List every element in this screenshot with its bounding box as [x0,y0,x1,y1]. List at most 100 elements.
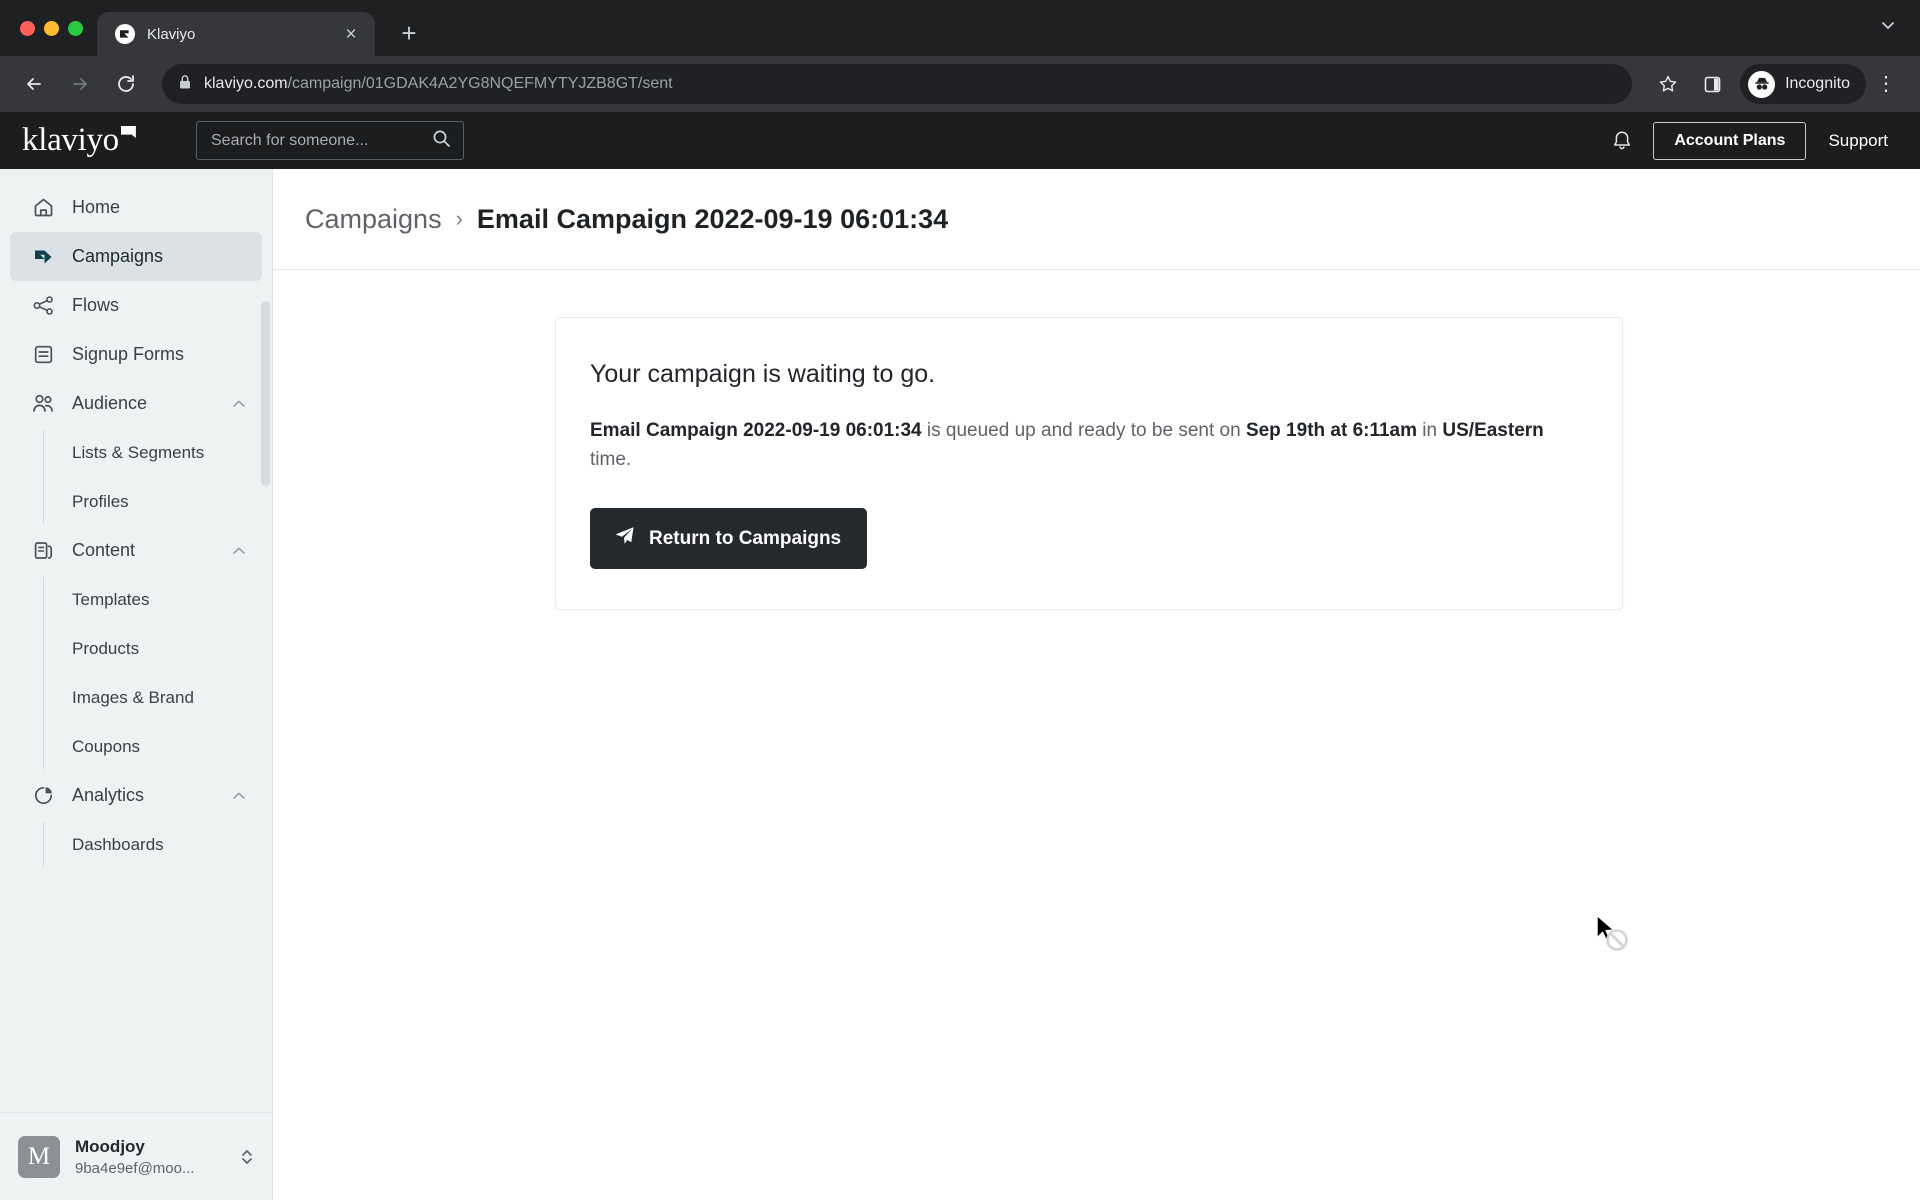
breadcrumb-campaigns-link[interactable]: Campaigns [305,204,442,235]
minimize-window-button[interactable] [44,20,59,36]
browser-tab-strip: Klaviyo × + [0,0,1920,56]
sidebar-item-coupons[interactable]: Coupons [10,722,262,771]
window-traffic-lights [12,0,97,56]
incognito-icon [1748,70,1776,98]
klaviyo-favicon-icon [115,24,135,44]
main-content: Campaigns › Email Campaign 2022-09-19 06… [273,169,1920,1200]
chevron-up-icon[interactable] [230,542,248,560]
sidebar-item-home[interactable]: Home [10,183,262,232]
chevron-up-icon[interactable] [230,395,248,413]
browser-tab-title: Klaviyo [147,25,196,43]
card-desc-mid: is queued up and ready to be sent on [921,420,1246,441]
tab-search-chevron-down-icon[interactable] [1878,15,1898,41]
bell-icon[interactable] [1599,129,1645,153]
card-timezone: US/Eastern [1442,420,1544,441]
paper-plane-icon [614,525,635,552]
side-panel-icon[interactable] [1692,64,1732,104]
sidebar-item-label: Analytics [72,785,145,805]
account-email: 9ba4e9ef@moo... [75,1159,195,1177]
klaviyo-logo-flag-icon [120,126,136,138]
search-icon [432,129,451,153]
card-campaign-name: Email Campaign 2022-09-19 06:01:34 [590,420,922,441]
sidebar-item-dashboards[interactable]: Dashboards [10,820,262,869]
browser-toolbar: klaviyo.com/campaign/01GDAK4A2YG8NQEFMYT… [0,56,1920,112]
back-button[interactable] [14,64,54,104]
sidebar: Home Campaigns Flows Signup Forms Audien… [0,169,273,1200]
account-info: Moodjoy 9ba4e9ef@moo... [75,1137,194,1177]
card-desc-end: time. [590,448,632,470]
toolbar-icons: Incognito ⋮ [1648,64,1902,104]
close-window-button[interactable] [20,20,35,36]
browser-window: Klaviyo × + klaviyo.com/campaign/01GDAK4… [0,0,1920,1200]
content-area: Your campaign is waiting to go. Email Ca… [273,270,1920,1200]
sidebar-item-profiles[interactable]: Profiles [10,477,262,526]
global-search[interactable] [196,121,464,160]
home-icon [30,195,56,221]
campaigns-icon [30,244,56,270]
star-icon[interactable] [1648,64,1688,104]
sidebar-item-label: Campaigns [72,246,164,266]
sidebar-item-campaigns[interactable]: Campaigns [10,232,262,281]
analytics-icon [30,783,56,809]
new-tab-button[interactable]: + [393,20,425,46]
sidebar-item-analytics[interactable]: Analytics [10,771,262,820]
browser-tab[interactable]: Klaviyo × [97,12,375,56]
sidebar-item-label: Audience [72,393,148,413]
header-right-controls: Account Plans Support [1599,121,1896,160]
page-title: Email Campaign 2022-09-19 06:01:34 [476,203,949,234]
klaviyo-logo[interactable]: klaviyo [22,124,182,157]
sidebar-nav: Home Campaigns Flows Signup Forms Audien… [0,169,272,1112]
sidebar-item-label: Signup Forms [72,344,185,364]
sidebar-item-products[interactable]: Products [10,624,262,673]
account-switcher[interactable]: M Moodjoy 9ba4e9ef@moo... [0,1112,272,1200]
support-link[interactable]: Support [1820,131,1896,151]
reload-button[interactable] [106,64,146,104]
sidebar-item-audience[interactable]: Audience [10,379,262,428]
tabstrip-right-controls [1878,0,1920,56]
account-plans-button[interactable]: Account Plans [1653,121,1807,160]
chevron-up-down-icon[interactable] [238,1144,256,1170]
forward-button[interactable] [60,64,100,104]
return-to-campaigns-label: Return to Campaigns [649,527,842,549]
signup-forms-icon [30,342,56,368]
avatar: M [18,1135,60,1178]
incognito-profile-button[interactable]: Incognito [1740,64,1866,104]
breadcrumb-separator-icon: › [455,206,463,231]
account-name: Moodjoy [75,1136,145,1156]
web-page: klaviyo Account Plans Support [0,112,1920,1200]
sidebar-item-content[interactable]: Content [10,526,262,575]
sidebar-item-label: Home [72,197,121,217]
sidebar-item-label: Content [72,540,136,560]
address-bar[interactable]: klaviyo.com/campaign/01GDAK4A2YG8NQEFMYT… [162,64,1633,104]
close-tab-button[interactable]: × [339,25,363,44]
klaviyo-logo-text: klaviyo [22,122,119,158]
card-desc-in: in [1417,420,1443,441]
sidebar-item-templates[interactable]: Templates [10,575,262,624]
chevron-up-icon[interactable] [230,787,248,805]
card-send-datetime: Sep 19th at 6:11am [1245,420,1418,441]
sidebar-item-lists-segments[interactable]: Lists & Segments [10,428,262,477]
sidebar-subnav-audience: Lists & Segments Profiles [10,428,262,526]
flows-icon [30,293,56,319]
card-title: Your campaign is waiting to go. [590,360,936,388]
sidebar-scrollbar[interactable] [261,301,270,486]
card-description: Email Campaign 2022-09-19 06:01:34 is qu… [590,417,1588,474]
sidebar-subnav-content: Templates Products Images & Brand Coupon… [10,575,262,771]
page-body: Home Campaigns Flows Signup Forms Audien… [0,169,1920,1200]
lock-icon [178,74,192,95]
sidebar-subnav-analytics: Dashboards [10,820,262,869]
browser-menu-icon[interactable]: ⋮ [1870,74,1902,94]
klaviyo-app-header: klaviyo Account Plans Support [0,112,1920,169]
campaign-status-card: Your campaign is waiting to go. Email Ca… [555,317,1623,610]
mouse-cursor [1595,914,1639,963]
address-bar-url: klaviyo.com/campaign/01GDAK4A2YG8NQEFMYT… [204,75,673,92]
audience-icon [30,391,56,417]
search-input[interactable] [211,131,432,150]
sidebar-item-images-brand[interactable]: Images & Brand [10,673,262,722]
return-to-campaigns-button[interactable]: Return to Campaigns [590,508,868,569]
sidebar-item-signup-forms[interactable]: Signup Forms [10,330,262,379]
maximize-window-button[interactable] [68,20,83,36]
breadcrumb: Campaigns › Email Campaign 2022-09-19 06… [273,169,1920,270]
sidebar-item-flows[interactable]: Flows [10,281,262,330]
sidebar-item-label: Flows [72,295,120,315]
